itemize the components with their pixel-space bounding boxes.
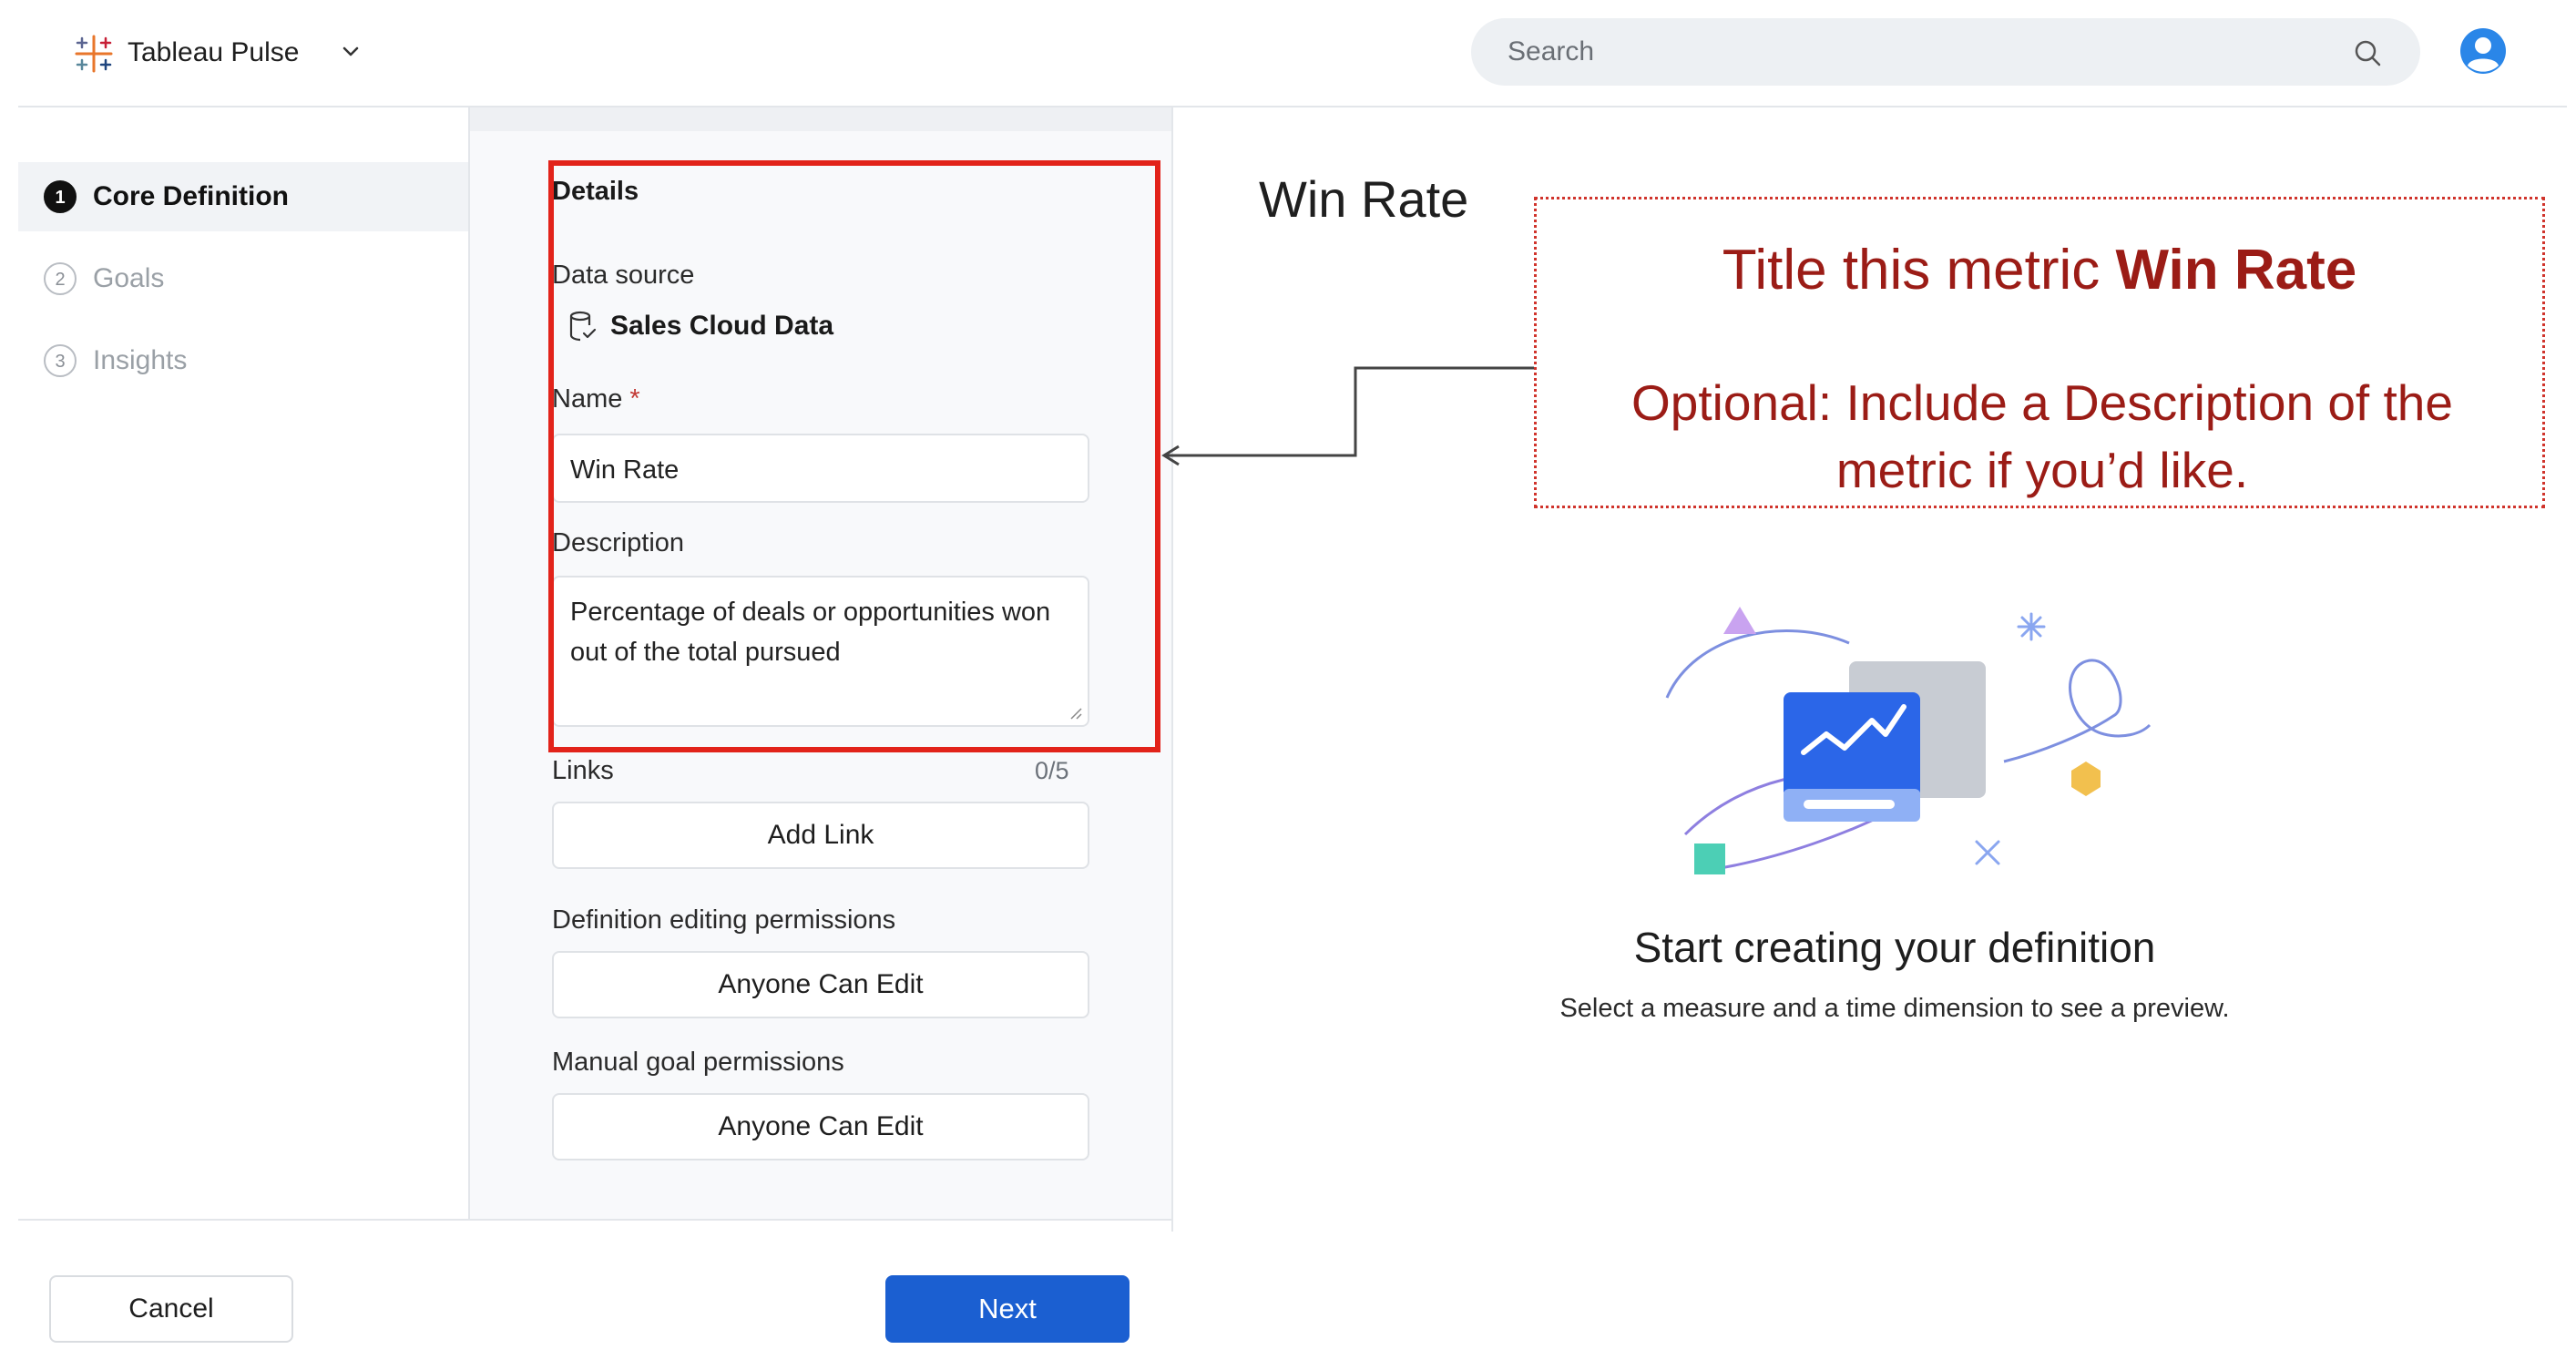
links-counter: 0/5: [1035, 757, 1069, 784]
annotation-line-2: Optional: Include a Description of the m…: [1631, 374, 2453, 498]
annotation-line-1-bold: Win Rate: [2115, 239, 2357, 302]
app-window: Tableau Pulse 1 Core Definition 2 Goals: [18, 15, 2567, 1368]
step-number: 1: [44, 180, 77, 213]
search-bar: [1471, 18, 2420, 86]
annotation-line-1-prefix: Title this metric: [1722, 239, 2116, 302]
highlight-box: [548, 160, 1160, 752]
search-icon[interactable]: [2353, 38, 2382, 67]
user-avatar-icon[interactable]: [2459, 27, 2507, 75]
steps-sidebar: 1 Core Definition 2 Goals 3 Insights: [18, 107, 470, 1232]
step-label: Core Definition: [93, 181, 289, 211]
add-link-button[interactable]: Add Link: [552, 802, 1089, 869]
top-bar: Tableau Pulse: [18, 15, 2567, 107]
tableau-logo-icon: [75, 35, 113, 73]
step-core-definition[interactable]: 1 Core Definition: [18, 162, 468, 231]
step-number: 3: [44, 344, 77, 377]
definition-permissions-label: Definition editing permissions: [552, 905, 896, 935]
form-top-strip: [470, 107, 1171, 131]
links-label: Links: [552, 756, 614, 785]
step-goals[interactable]: 2 Goals: [18, 244, 468, 313]
step-label: Goals: [93, 263, 165, 293]
chevron-down-icon[interactable]: [337, 38, 364, 66]
form-footer: Cancel Next: [18, 1219, 1171, 1368]
annotation-line-1: Title this metric Win Rate: [1537, 238, 2542, 303]
goal-permissions-button[interactable]: Anyone Can Edit: [552, 1093, 1089, 1160]
preview-title: Win Rate: [1259, 170, 1469, 228]
empty-state-title: Start creating your definition: [1633, 924, 2156, 971]
step-label: Insights: [93, 345, 188, 375]
annotation-arrow: [1161, 366, 1536, 466]
step-insights[interactable]: 3 Insights: [18, 326, 468, 395]
empty-state-illustration: [1665, 607, 2152, 874]
next-button[interactable]: Next: [885, 1275, 1130, 1343]
goal-permissions-label: Manual goal permissions: [552, 1048, 844, 1077]
annotation-callout: Title this metric Win Rate Optional: Inc…: [1534, 197, 2545, 508]
app-title[interactable]: Tableau Pulse: [128, 35, 299, 71]
definition-permissions-button[interactable]: Anyone Can Edit: [552, 951, 1089, 1018]
empty-state-subtitle: Select a measure and a time dimension to…: [1559, 994, 2230, 1023]
cancel-button[interactable]: Cancel: [49, 1275, 293, 1343]
step-number: 2: [44, 262, 77, 295]
search-input[interactable]: [1508, 18, 2309, 86]
